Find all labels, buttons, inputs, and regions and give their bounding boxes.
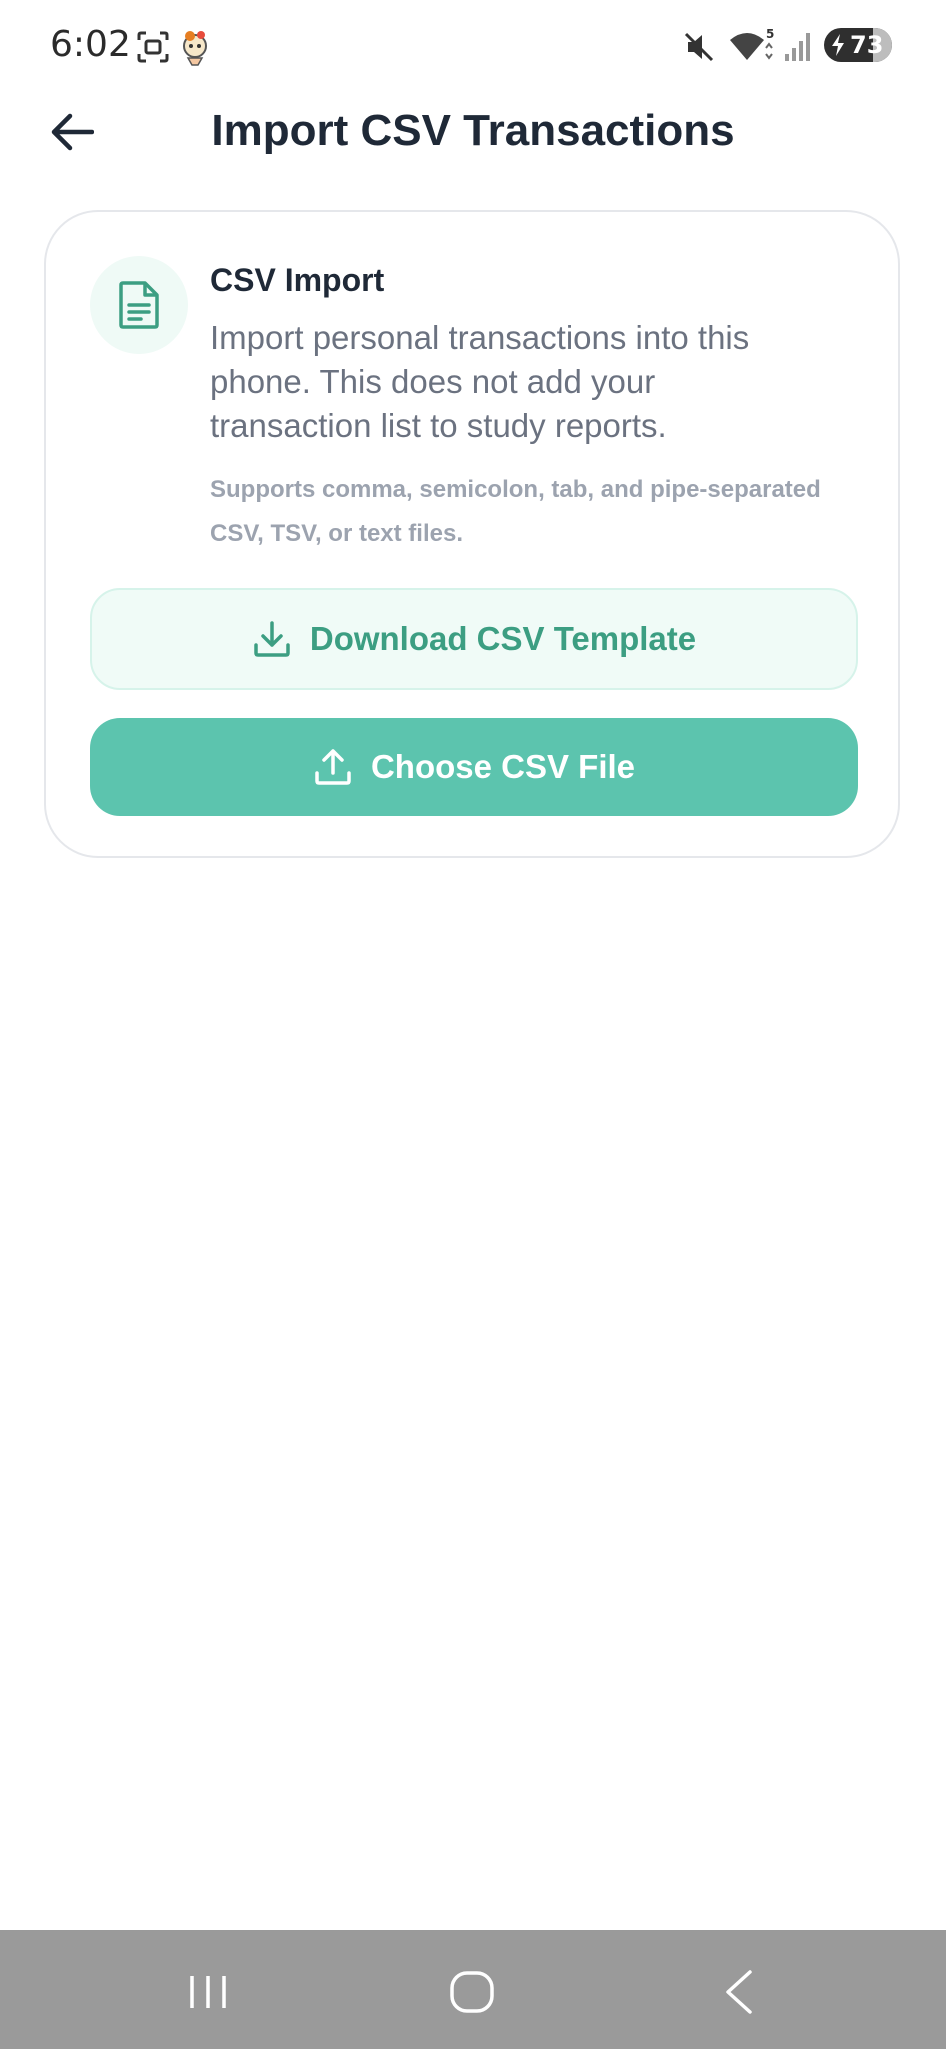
bolt-icon [832, 34, 844, 56]
home-icon[interactable] [448, 1970, 496, 2014]
choose-csv-file-label: Choose CSV File [370, 748, 636, 785]
signal-icon [785, 33, 810, 61]
system-nav-bar [0, 1930, 946, 2049]
choose-csv-file-button[interactable]: Choose CSV File [90, 718, 858, 816]
svg-text:5: 5 [766, 28, 774, 41]
document-icon [119, 281, 159, 329]
card-title: CSV Import [210, 262, 385, 298]
back-icon[interactable] [718, 1968, 758, 2016]
page-title: Import CSV Transactions [211, 106, 735, 155]
csv-import-card: CSV Import Import personal transactions … [44, 210, 900, 858]
header: Import CSV Transactions [0, 92, 946, 212]
status-time: 6:02 [50, 24, 131, 65]
wifi-icon: 5 [730, 28, 774, 60]
upload-icon [315, 749, 351, 785]
status-bar: 6:02 5 73 [0, 0, 946, 92]
download-template-button[interactable]: Download CSV Template [90, 588, 858, 690]
battery-level: 73 [850, 31, 884, 59]
recents-icon[interactable] [186, 1972, 230, 2012]
download-template-label: Download CSV Template [309, 620, 697, 657]
download-icon [254, 621, 290, 657]
screenshot-icon [137, 31, 169, 63]
supported-formats-note: Supports comma, semicolon, tab, and pipe… [210, 476, 821, 547]
app-notification-icon [183, 31, 207, 66]
battery-charging-icon: 73 [824, 28, 892, 62]
card-description: Import personal transactions into this p… [210, 319, 750, 444]
mute-icon [684, 32, 714, 62]
document-icon-badge [90, 256, 188, 354]
